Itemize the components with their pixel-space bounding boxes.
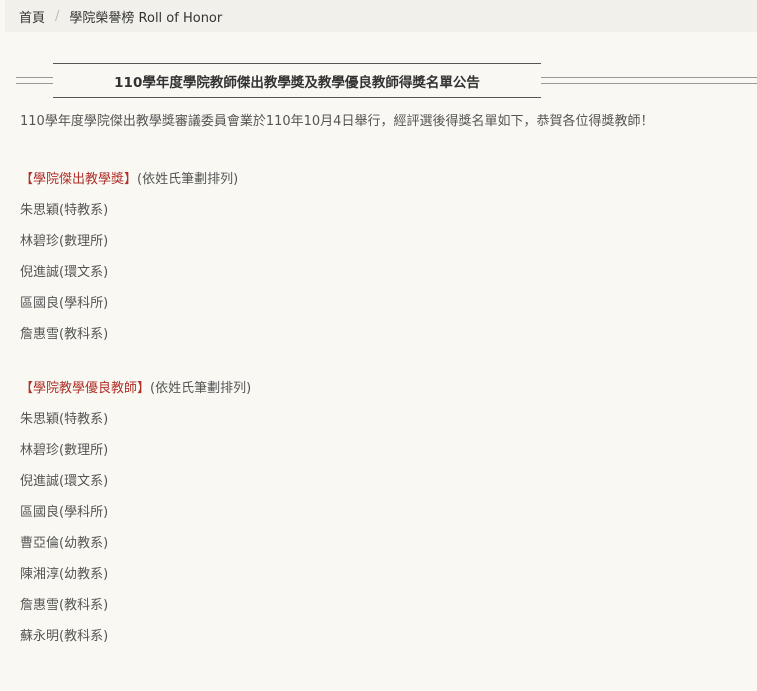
section-title-label: 【學院教學優良教師】 [20, 381, 151, 396]
awardee-list-item: 詹惠雪(教科系) [20, 598, 109, 613]
awardee-list-item: 詹惠雪(教科系) [20, 327, 109, 342]
section-title-excellent-teacher: 【學院教學優良教師】(依姓氏筆劃排列) [20, 379, 653, 399]
breadcrumb-separator: / [55, 8, 60, 24]
intro-paragraph: 110學年度學院傑出教學獎審議委員會業於110年10月4日舉行，經評選後得獎名單… [20, 114, 654, 129]
awardee-list-item: 倪進誠(環文系) [20, 474, 109, 489]
section-title-note: (依姓氏筆劃排列) [137, 172, 239, 187]
page-title: 110學年度學院教師傑出教學獎及教學優良教師得獎名單公告 [53, 63, 541, 98]
breadcrumb: 首頁 / 學院榮譽榜 Roll of Honor [5, 0, 757, 32]
breadcrumb-current-link[interactable]: 學院榮譽榜 Roll of Honor [69, 7, 222, 26]
awardee-list-item: 陳湘淳(幼教系) [20, 567, 109, 582]
breadcrumb-home-link[interactable]: 首頁 [19, 7, 45, 26]
awardee-list-item: 蘇永明(教科系) [20, 629, 109, 644]
heading-decor-line-left [16, 77, 53, 84]
awardee-list-item: 倪進誠(環文系) [20, 265, 109, 280]
article-content: 110學年度學院傑出教學獎審議委員會業於110年10月4日舉行，經評選後得獎名單… [20, 108, 653, 647]
awardee-list-item: 林碧珍(數理所) [20, 443, 109, 458]
awardee-list-item: 朱思穎(特教系) [20, 412, 109, 427]
section-title-outstanding-award: 【學院傑出教學獎】(依姓氏筆劃排列) [20, 170, 653, 190]
awardee-list-item: 區國良(學科所) [20, 505, 109, 520]
awardee-list-item: 曹亞倫(幼教系) [20, 536, 109, 551]
heading-decor-line-right [541, 77, 757, 84]
awardee-list-item: 朱思穎(特教系) [20, 203, 109, 218]
section-title-label: 【學院傑出教學獎】 [20, 172, 138, 187]
page-heading-block: 110學年度學院教師傑出教學獎及教學優良教師得獎名單公告 [16, 63, 757, 98]
awardee-list-item: 林碧珍(數理所) [20, 234, 109, 249]
awardee-list-item: 區國良(學科所) [20, 296, 109, 311]
section-title-note: (依姓氏筆劃排列) [150, 381, 252, 396]
